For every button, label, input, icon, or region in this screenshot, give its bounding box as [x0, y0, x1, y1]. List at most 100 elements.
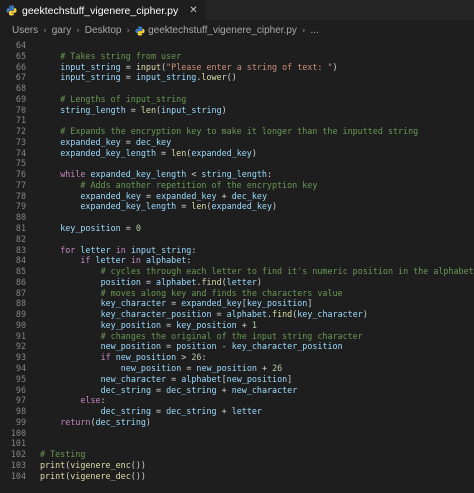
code-text: # Takes string from user	[60, 50, 182, 61]
code-line[interactable]: 98 dec_string = dec_string + letter	[0, 406, 474, 417]
code-line[interactable]: 84 if letter in alphabet:	[0, 255, 474, 266]
code-line[interactable]: 68	[0, 83, 474, 94]
code-line[interactable]: 101	[0, 438, 474, 449]
code-line[interactable]: 102 # Testing	[0, 449, 474, 460]
line-number: 66	[15, 61, 26, 72]
code-text: new_character = alphabet[new_position]	[100, 373, 293, 384]
code-text: string_length = len(input_string)	[60, 104, 227, 115]
line-number: 79	[15, 201, 26, 212]
line-number: 82	[15, 233, 26, 244]
line-number: 94	[15, 362, 26, 373]
line-number: 67	[15, 72, 26, 83]
code-line[interactable]: 99 return(dec_string)	[0, 417, 474, 428]
line-number: 71	[15, 115, 26, 126]
code-line[interactable]: 95 new_character = alphabet[new_position…	[0, 374, 474, 385]
chevron-right-icon: ›	[43, 25, 47, 36]
code-text: print(vigenere_enc())	[40, 459, 146, 470]
code-line[interactable]: 81 key_position = 0	[0, 223, 474, 234]
python-file-icon	[6, 5, 17, 16]
breadcrumb-item-users[interactable]: Users	[12, 25, 38, 36]
code-text: expanded_key_length = len(expanded_key)	[80, 201, 278, 212]
code-line[interactable]: 71	[0, 115, 474, 126]
line-number: 97	[15, 395, 26, 406]
breadcrumb-item-desktop[interactable]: Desktop	[85, 25, 122, 36]
code-line[interactable]: 92 new_position = position - key_charact…	[0, 341, 474, 352]
tab-geektechstuff-vigenere-cipher[interactable]: geektechstuff_vigenere_cipher.py ✕	[0, 0, 206, 20]
code-line[interactable]: 97 else:	[0, 395, 474, 406]
chevron-right-icon: ›	[126, 25, 131, 36]
code-line[interactable]: 87 # moves along key and finds the chara…	[0, 288, 474, 299]
code-line[interactable]: 73 expanded_key = dec_key	[0, 137, 474, 148]
line-number: 84	[15, 255, 26, 266]
breadcrumb-item-symbols[interactable]: ...	[311, 25, 319, 36]
code-line[interactable]: 85 # cycles through each letter to find …	[0, 266, 474, 277]
line-number: 101	[10, 438, 26, 449]
code-text: # Expands the encryption key to make it …	[60, 126, 419, 137]
code-text: else:	[80, 395, 106, 406]
code-text: new_position = position - key_character_…	[100, 341, 343, 352]
line-number: 85	[15, 266, 26, 277]
editor-window: geektechstuff_vigenere_cipher.py ✕ Users…	[0, 0, 474, 493]
code-line[interactable]: 88 key_character = expanded_key[key_posi…	[0, 298, 474, 309]
code-line[interactable]: 83 for letter in input_string:	[0, 245, 474, 256]
code-text: key_character = expanded_key[key_positio…	[100, 298, 313, 309]
code-line[interactable]: 65 # Takes string from user	[0, 51, 474, 62]
line-number: 91	[15, 330, 26, 341]
code-line[interactable]: 70 string_length = len(input_string)	[0, 105, 474, 116]
code-line[interactable]: 93 if new_position > 26:	[0, 352, 474, 363]
breadcrumb-item-file[interactable]: geektechstuff_vigenere_cipher.py	[148, 25, 297, 36]
code-text: # moves along key and finds the characte…	[100, 287, 343, 298]
code-line[interactable]: 67 input_string = input_string.lower()	[0, 72, 474, 83]
line-number: 99	[15, 416, 26, 427]
code-line[interactable]: 89 key_character_position = alphabet.fin…	[0, 309, 474, 320]
line-number: 64	[15, 40, 26, 50]
line-number: 70	[15, 104, 26, 115]
line-number: 90	[15, 319, 26, 330]
chevron-right-icon: ›	[76, 25, 80, 36]
line-number: 104	[10, 470, 26, 481]
code-line[interactable]: 66 input_string = input("Please enter a …	[0, 62, 474, 73]
code-line[interactable]: 74 expanded_key_length = len(expanded_ke…	[0, 148, 474, 159]
line-number: 95	[15, 373, 26, 384]
code-line[interactable]: 94 new_position = new_position + 26	[0, 363, 474, 374]
code-text: input_string = input_string.lower()	[60, 72, 237, 83]
code-line[interactable]: 104 print(vigenere_dec())	[0, 471, 474, 482]
code-line[interactable]: 72 # Expands the encryption key to make …	[0, 126, 474, 137]
code-text: if new_position > 26:	[100, 352, 207, 363]
code-line[interactable]: 96 dec_string = dec_string + new_charact…	[0, 385, 474, 396]
code-line[interactable]: 90 key_position = key_position + 1	[0, 320, 474, 331]
code-text: expanded_key = expanded_key + dec_key	[80, 190, 267, 201]
code-text: # Adds another repetition of the encrypt…	[80, 179, 318, 190]
code-text: expanded_key_length = len(expanded_key)	[60, 147, 257, 158]
code-text: for letter in input_string:	[60, 244, 197, 255]
code-line[interactable]: 100	[0, 428, 474, 439]
code-line[interactable]: 79 expanded_key_length = len(expanded_ke…	[0, 201, 474, 212]
code-line[interactable]: 91 # changes the original of the input s…	[0, 331, 474, 342]
code-text: dec_string = dec_string + letter	[100, 406, 262, 417]
code-line[interactable]: 80	[0, 212, 474, 223]
code-line[interactable]: 78 expanded_key = expanded_key + dec_key	[0, 191, 474, 202]
code-line[interactable]: 64	[0, 40, 474, 51]
code-line[interactable]: 69 # Lengths of input_string	[0, 94, 474, 105]
line-number: 96	[15, 384, 26, 395]
code-editor[interactable]: 64 65 # Takes string from user 66 input_st…	[0, 40, 474, 493]
line-number: 93	[15, 352, 26, 363]
code-line[interactable]: 77 # Adds another repetition of the encr…	[0, 180, 474, 191]
close-icon[interactable]: ✕	[189, 5, 197, 16]
line-number: 83	[15, 244, 26, 255]
breadcrumb: Users › gary › Desktop › geektechstuff_v…	[0, 21, 474, 40]
breadcrumb-item-gary[interactable]: gary	[52, 25, 71, 36]
line-number: 69	[15, 93, 26, 104]
line-number: 77	[15, 179, 26, 190]
code-line[interactable]: 75	[0, 158, 474, 169]
code-text: # cycles through each letter to find it'…	[100, 266, 474, 277]
tab-bar: geektechstuff_vigenere_cipher.py ✕	[0, 0, 474, 21]
code-line[interactable]: 82	[0, 234, 474, 245]
code-line[interactable]: 103 print(vigenere_enc())	[0, 460, 474, 471]
code-line[interactable]: 86 position = alphabet.find(letter)	[0, 277, 474, 288]
code-text: new_position = new_position + 26	[120, 362, 283, 373]
code-line[interactable]: 76 while expanded_key_length < string_le…	[0, 169, 474, 180]
